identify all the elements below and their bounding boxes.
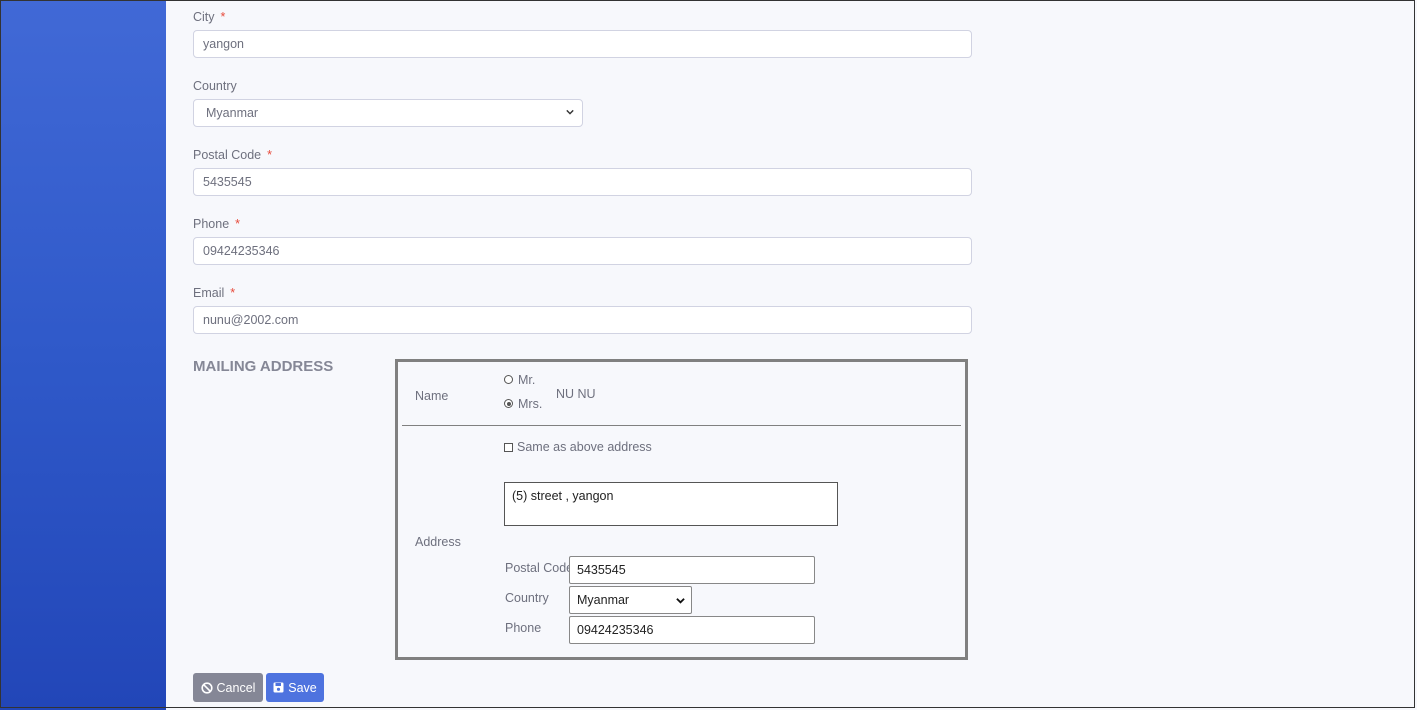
radio-mr-label: Mr. (518, 373, 536, 387)
mailing-postal-code-value: 5435545 (577, 563, 626, 577)
phone-value: 09424235346 (203, 244, 280, 258)
email-input[interactable]: nunu@2002.com (193, 306, 972, 334)
mailing-postal-code-input[interactable]: 5435545 (569, 556, 815, 584)
save-label: Save (288, 680, 317, 695)
radio-mrs-label: Mrs. (518, 397, 543, 411)
postal-code-value: 5435545 (203, 175, 252, 189)
country-value: Myanmar (206, 106, 259, 120)
postal-code-label: Postal Code * (193, 148, 272, 162)
required-marker: * (230, 286, 236, 300)
required-marker: * (220, 10, 226, 24)
sidebar (0, 0, 166, 710)
divider (402, 425, 961, 426)
mailing-address-title: MAILING ADDRESS (193, 358, 334, 375)
address-value: (5) street , yangon (512, 489, 614, 503)
country-select[interactable]: Myanmar (193, 99, 583, 127)
radio-mr[interactable] (504, 375, 513, 384)
postal-code-input[interactable]: 5435545 (193, 168, 972, 196)
address-textarea[interactable]: (5) street , yangon (504, 482, 838, 526)
email-label: Email * (193, 286, 235, 300)
mailing-country-value: Myanmar (577, 593, 630, 607)
city-value: yangon (203, 37, 245, 51)
mailing-phone-input[interactable]: 09424235346 (569, 616, 815, 644)
cancel-button[interactable]: Cancel (193, 673, 263, 702)
save-button[interactable]: Save (266, 673, 324, 702)
chevron-down-icon (676, 598, 685, 604)
main-content: City * yangon Country Myanmar Postal Code… (166, 0, 1417, 710)
required-marker: * (235, 217, 241, 231)
ban-icon (200, 681, 213, 694)
mailing-country-select[interactable]: Myanmar (569, 586, 692, 614)
city-label: City * (193, 10, 225, 24)
phone-label-text: Phone (193, 217, 230, 231)
phone-input[interactable]: 09424235346 (193, 237, 972, 265)
same-address-label: Same as above address (517, 440, 652, 454)
same-address-checkbox[interactable] (504, 443, 513, 452)
mailing-address-box: Name Mr. Mrs. NU NU Same as above addres… (395, 359, 968, 660)
mailing-name-value: NU NU (556, 387, 596, 401)
name-label: Name (415, 389, 449, 403)
mailing-postal-code-label: Postal Code (505, 561, 574, 575)
city-input[interactable]: yangon (193, 30, 972, 58)
mailing-phone-value: 09424235346 (577, 623, 654, 637)
email-label-text: Email (193, 286, 225, 300)
email-value: nunu@2002.com (203, 313, 299, 327)
floppy-disk-icon (273, 682, 284, 693)
address-label: Address (415, 535, 461, 549)
city-label-text: City (193, 10, 215, 24)
mailing-phone-label: Phone (505, 621, 542, 635)
mailing-country-label: Country (505, 591, 549, 605)
country-label: Country (193, 79, 237, 93)
chevron-down-icon (566, 109, 574, 115)
required-marker: * (267, 148, 272, 162)
radio-mrs[interactable] (504, 399, 513, 408)
cancel-label: Cancel (216, 680, 256, 695)
postal-code-label-text: Postal Code (193, 148, 262, 162)
phone-label: Phone * (193, 217, 240, 231)
country-label-text: Country (193, 79, 237, 93)
